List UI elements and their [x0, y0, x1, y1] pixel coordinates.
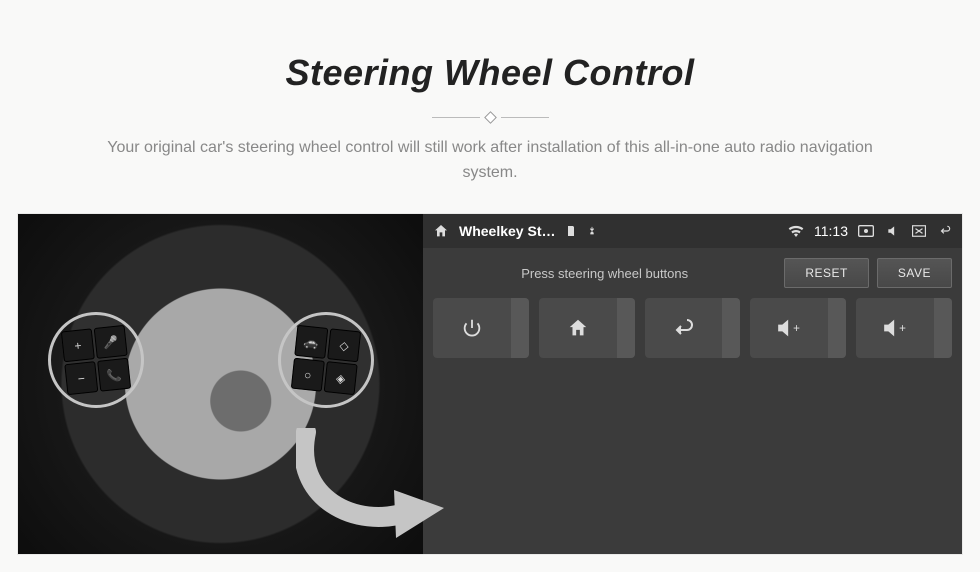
wheel-btn-phone: 📞	[97, 358, 131, 392]
reset-button[interactable]: RESET	[784, 258, 869, 288]
save-button[interactable]: SAVE	[877, 258, 952, 288]
mapper-toolbar: Press steering wheel buttons RESET SAVE	[423, 248, 962, 294]
home-tile-icon	[539, 298, 617, 358]
cast-icon[interactable]	[858, 225, 874, 237]
sd-icon	[565, 224, 577, 238]
wheel-left-controls: + 🎤 − 📞	[48, 312, 144, 408]
wheel-right-controls: 🚗 ◇ ○ ◈	[278, 312, 374, 408]
usb-icon	[587, 224, 597, 238]
status-time: 11:13	[814, 223, 848, 239]
mapper-tiles: + +	[423, 294, 962, 368]
page-title: Steering Wheel Control	[0, 52, 980, 94]
back-icon[interactable]	[938, 224, 952, 238]
tile-volume-up-2[interactable]: +	[856, 298, 952, 358]
wheel-btn-plus: +	[61, 328, 95, 362]
svg-text:+: +	[899, 322, 906, 335]
svg-text:+: +	[793, 322, 800, 335]
tile-home[interactable]	[539, 298, 635, 358]
previous-icon	[645, 298, 723, 358]
tile-power[interactable]	[433, 298, 529, 358]
mute-icon[interactable]	[886, 224, 900, 238]
page-subtitle: Your original car's steering wheel contr…	[80, 136, 900, 186]
power-icon	[433, 298, 511, 358]
tile-previous[interactable]	[645, 298, 741, 358]
wheel-btn-minus: −	[64, 361, 98, 395]
title-divider	[430, 112, 550, 122]
headunit-screen: Wheelkey St… 11:13	[423, 214, 962, 554]
home-icon[interactable]	[433, 223, 449, 239]
window-icon[interactable]	[912, 225, 926, 237]
main-panel: + 🎤 − 📞 🚗 ◇ ○ ◈ Wheelkey St…	[18, 214, 962, 554]
wifi-icon	[788, 225, 804, 237]
tile-volume-up-1[interactable]: +	[750, 298, 846, 358]
app-title: Wheelkey St…	[459, 223, 555, 239]
steering-wheel-image: + 🎤 − 📞 🚗 ◇ ○ ◈	[18, 214, 423, 554]
volume-up-icon: +	[856, 298, 934, 358]
wheel-btn-voice: 🎤	[94, 325, 128, 359]
mapper-body	[423, 368, 962, 554]
wheel-btn-cycle: ○	[291, 358, 325, 392]
wheel-btn-up: ◇	[327, 328, 361, 362]
volume-up-icon: +	[750, 298, 828, 358]
mapper-prompt: Press steering wheel buttons	[433, 266, 776, 281]
wheel-btn-down: ◈	[324, 361, 358, 395]
status-bar: Wheelkey St… 11:13	[423, 214, 962, 248]
wheel-btn-mode: 🚗	[294, 325, 328, 359]
